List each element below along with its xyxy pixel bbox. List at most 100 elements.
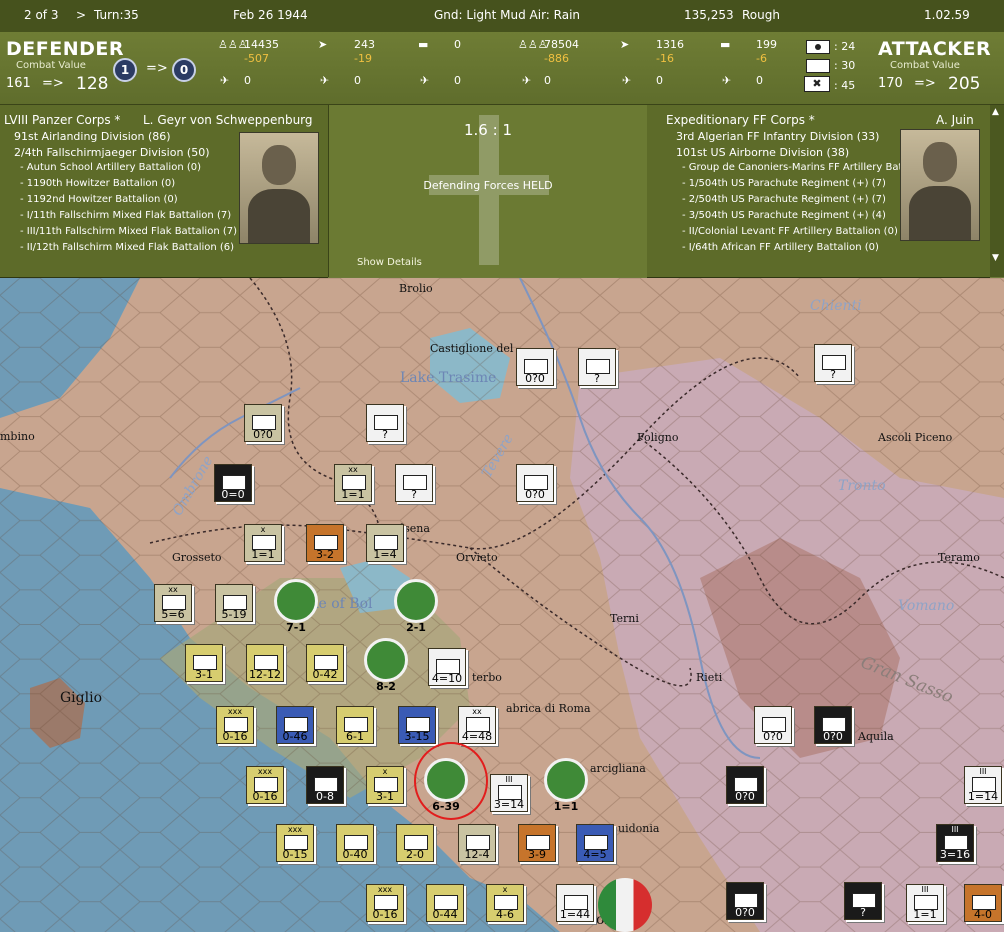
defender-unit[interactable]: - III/11th Fallschirm Mixed Flak Battali… xyxy=(20,226,237,237)
river-chienti: Chienti xyxy=(810,298,862,314)
unit-counter[interactable]: 1=44 xyxy=(556,884,594,922)
bomber-icon: ✈ xyxy=(320,74,330,87)
unit-counter[interactable]: xxx 0-16 xyxy=(366,884,404,922)
attacker-unit[interactable]: - 2/504th US Parachute Regiment (+) (7) xyxy=(682,194,886,205)
place-giglio: Giglio xyxy=(60,690,103,706)
unit-counter[interactable]: ? xyxy=(395,464,433,502)
place-fabrica-di-roma: abrica di Roma xyxy=(506,702,591,715)
unit-counter[interactable]: x 1=1 xyxy=(244,524,282,562)
armor-counter[interactable]: 7-1 xyxy=(274,579,318,634)
defender-guns-loss: -19 xyxy=(354,52,372,65)
unit-counter[interactable]: xx 4=48 xyxy=(458,706,496,744)
attacker-unit[interactable]: - 3/504th US Parachute Regiment (+) (4) xyxy=(682,210,886,221)
unit-counter[interactable]: xx 1=1 xyxy=(334,464,372,502)
next-phase-arrow[interactable]: > xyxy=(76,8,86,22)
unit-counter[interactable]: III 1=14 xyxy=(964,766,1002,804)
defender-leader-name: L. Geyr von Schweppenburg xyxy=(143,113,313,127)
defender-unit[interactable]: - I/11th Fallschirm Mixed Flak Battalion… xyxy=(20,210,231,221)
unit-counter[interactable]: 0?0 xyxy=(726,766,764,804)
unit-counter[interactable]: ? xyxy=(578,348,616,386)
unit-counter[interactable]: xx 5=6 xyxy=(154,584,192,622)
armor-counter[interactable]: 8-2 xyxy=(364,638,408,693)
attacker-unit[interactable]: - 1/504th US Parachute Regiment (+) (7) xyxy=(682,178,886,189)
unit-counter[interactable]: 0?0 xyxy=(516,348,554,386)
unit-counter[interactable]: 0?0 xyxy=(726,882,764,920)
attacker-leader-name: A. Juin xyxy=(936,113,974,127)
unit-counter[interactable]: 2-0 xyxy=(396,824,434,862)
unit-counter[interactable]: 0?0 xyxy=(516,464,554,502)
unit-counter[interactable]: x 3-1 xyxy=(366,766,404,804)
attacker-guns: 1316 xyxy=(656,38,684,51)
scroll-up-icon[interactable]: ▲ xyxy=(992,107,999,117)
unit-counter[interactable]: 0?0 xyxy=(754,706,792,744)
attacker-transport-icon: ✈ xyxy=(722,74,732,87)
attacker-corps-name[interactable]: Expeditionary FF Corps * xyxy=(666,113,815,127)
place-brolio: Brolio xyxy=(399,282,433,295)
unit-counter[interactable]: 0-44 xyxy=(426,884,464,922)
tank-icon: ▬ xyxy=(418,38,429,51)
defender-unit[interactable]: - II/12th Fallschirm Mixed Flak Battalio… xyxy=(20,242,234,253)
unit-counter[interactable]: 3-15 xyxy=(398,706,436,744)
attacker-men: 78504 xyxy=(544,38,579,51)
defender-unit[interactable]: - Autun School Artillery Battalion (0) xyxy=(20,162,201,173)
attacker-division[interactable]: 3rd Algerian FF Infantry Division (33) xyxy=(676,130,879,143)
river-tronto: Tronto xyxy=(838,478,886,494)
unit-counter[interactable]: 12-4 xyxy=(458,824,496,862)
unit-counter[interactable]: 0-42 xyxy=(306,644,344,682)
unit-counter[interactable]: III 3=16 xyxy=(936,824,974,862)
unit-counter[interactable]: III 3=14 xyxy=(490,774,528,812)
attacker-unit[interactable]: - I/64th African FF Artillery Battalion … xyxy=(682,242,879,253)
unit-counter[interactable]: x 4-6 xyxy=(486,884,524,922)
scroll-down-icon[interactable]: ▼ xyxy=(992,253,999,263)
defender-division[interactable]: 91st Airlanding Division (86) xyxy=(14,130,171,143)
armor-counter[interactable]: 1=1 xyxy=(544,758,588,813)
defender-guns: 243 xyxy=(354,38,375,51)
unit-counter[interactable]: ? xyxy=(366,404,404,442)
unit-counter[interactable]: III 1=1 xyxy=(906,884,944,922)
hex-map[interactable]: Brolio Castiglione del Foligno Ascoli Pi… xyxy=(0,278,1004,932)
defender-title: DEFENDER xyxy=(6,38,124,60)
unit-counter[interactable]: 6-1 xyxy=(336,706,374,744)
unit-counter[interactable]: 4-0 xyxy=(964,884,1002,922)
unit-counter[interactable]: 12-12 xyxy=(246,644,284,682)
unit-counter[interactable]: ? xyxy=(814,344,852,382)
attacker-guns-loss: -16 xyxy=(656,52,674,65)
armor-counter[interactable]: 2-1 xyxy=(394,579,438,634)
place-foligno: Foligno xyxy=(637,431,679,444)
unit-counter[interactable]: xxx 0-16 xyxy=(216,706,254,744)
defender-air3: 0 xyxy=(454,74,461,87)
unit-counter[interactable]: 4=10 xyxy=(428,648,466,686)
place-guidonia: uidonia xyxy=(618,822,660,835)
unit-counter[interactable]: 0?0 xyxy=(814,706,852,744)
defender-unit[interactable]: - 1190th Howitzer Battalion (0) xyxy=(20,178,175,189)
unit-counter[interactable]: 0-8 xyxy=(306,766,344,804)
unit-counter[interactable]: 3-1 xyxy=(185,644,223,682)
attacker-division[interactable]: 101st US Airborne Division (38) xyxy=(676,146,849,159)
defender-division[interactable]: 2/4th Fallschirmjaeger Division (50) xyxy=(14,146,210,159)
unit-counter[interactable]: xxx 0-16 xyxy=(246,766,284,804)
attacker-cv-from: 170 xyxy=(878,76,903,91)
unit-counter[interactable]: ? xyxy=(844,882,882,920)
show-details-link[interactable]: Show Details xyxy=(357,257,422,268)
attacker-cv-arrow: => xyxy=(914,76,936,91)
panel-scrollbar[interactable]: ▲ ▼ xyxy=(990,105,1004,277)
place-terni: Terni xyxy=(610,612,639,625)
unit-counter[interactable]: 3-9 xyxy=(518,824,556,862)
unit-counter[interactable]: 0=0 xyxy=(214,464,252,502)
defender-corps-name[interactable]: LVIII Panzer Corps * xyxy=(4,113,120,127)
unit-counter[interactable]: 0-40 xyxy=(336,824,374,862)
gun-icon: ➤ xyxy=(318,38,328,51)
unit-counter[interactable]: 1=4 xyxy=(366,524,404,562)
defender-unit[interactable]: - 1192nd Howitzer Battalion (0) xyxy=(20,194,178,205)
unit-counter[interactable]: xxx 0-15 xyxy=(276,824,314,862)
japan-flag-icon xyxy=(806,40,830,54)
unit-counter[interactable]: 0-46 xyxy=(276,706,314,744)
unit-counter[interactable]: 4=5 xyxy=(576,824,614,862)
attacker-unit[interactable]: - II/Colonial Levant FF Artillery Battal… xyxy=(682,226,898,237)
unit-counter[interactable]: 5-19 xyxy=(215,584,253,622)
unit-counter[interactable]: 3-2 xyxy=(306,524,344,562)
attacker-cv-label: Combat Value xyxy=(890,60,960,71)
defender-fort-from: 1 xyxy=(113,58,137,82)
unit-counter[interactable]: 0?0 xyxy=(244,404,282,442)
combat-odds: 1.6 : 1 xyxy=(464,121,512,139)
